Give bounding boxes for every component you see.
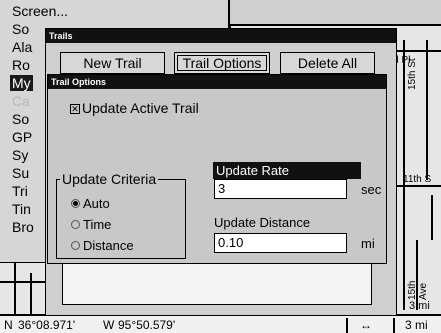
- update-criteria-label: Update Criteria: [60, 171, 159, 187]
- map-street-label: 15th Ave: [407, 280, 429, 300]
- status-bar: N 36°08.971' W 95°50.579' ↔ 3 mi: [0, 314, 441, 333]
- radio-auto[interactable]: Auto: [71, 196, 110, 211]
- update-rate-label: Update Rate: [213, 162, 361, 179]
- menu-item[interactable]: GP: [12, 129, 32, 145]
- map-road: [391, 50, 441, 52]
- map-road: [426, 40, 428, 180]
- radio-distance-label: Distance: [83, 238, 134, 253]
- menu-item[interactable]: Ro: [12, 57, 30, 73]
- latitude-direction: N: [4, 318, 13, 332]
- update-distance-unit: mi: [361, 236, 375, 251]
- radio-unselected-icon: [71, 241, 80, 250]
- latitude-value: 36°08.971': [18, 318, 76, 332]
- menu-item[interactable]: So: [12, 21, 29, 37]
- map-road: [0, 281, 45, 283]
- map-header-bar: [230, 0, 441, 26]
- update-criteria-group: Update Criteria Auto Time Distance: [56, 171, 186, 259]
- trail-options-title: Trail Options: [48, 75, 386, 89]
- delete-all-button[interactable]: Delete All: [280, 52, 375, 74]
- trails-window-title: Trails: [46, 29, 396, 43]
- update-distance-label: Update Distance: [214, 215, 311, 230]
- menu-item-disabled: Ca: [12, 93, 30, 109]
- map-street-label: 15th St: [407, 58, 418, 90]
- radio-unselected-icon: [71, 220, 80, 229]
- longitude-value: 95°50.579': [118, 318, 176, 332]
- menu-item[interactable]: Su: [12, 165, 29, 181]
- menu-item[interactable]: Tri: [12, 183, 28, 199]
- scale-arrow-icon: ↔: [346, 318, 372, 333]
- menu-item-screen[interactable]: Screen...: [12, 3, 68, 19]
- menu-item[interactable]: Sy: [12, 147, 28, 163]
- map-fragment: [0, 262, 45, 315]
- menu-item[interactable]: So: [12, 111, 29, 127]
- trail-list[interactable]: [62, 261, 372, 305]
- menu-item[interactable]: Bro: [12, 219, 34, 235]
- gps-screen: Screen... So Ala Ro My Ca So GP Sy Su Tr…: [0, 0, 441, 333]
- trail-options-button[interactable]: Trail Options: [174, 52, 270, 74]
- trail-options-dialog: Trail Options ✕ Update Active Trail Updat…: [47, 74, 387, 264]
- map-road: [14, 263, 16, 315]
- radio-distance[interactable]: Distance: [71, 238, 134, 253]
- radio-time-label: Time: [83, 217, 112, 232]
- longitude-direction: W: [103, 318, 115, 332]
- radio-time[interactable]: Time: [71, 217, 111, 232]
- map-street-label: 11th S: [403, 174, 432, 185]
- map-road: [30, 273, 32, 315]
- radio-auto-label: Auto: [83, 196, 110, 211]
- checkbox-checked-icon[interactable]: ✕: [70, 104, 80, 114]
- new-trail-button[interactable]: New Trail: [60, 52, 165, 74]
- menu-item[interactable]: Tin: [12, 201, 31, 217]
- map-road: [391, 185, 441, 187]
- menu-item-selected[interactable]: My: [10, 75, 33, 91]
- map-scale-label: 3 mi: [409, 300, 430, 312]
- update-rate-unit: sec: [361, 182, 382, 197]
- update-active-trail-row[interactable]: ✕ Update Active Trail: [70, 100, 199, 116]
- map-road: [431, 195, 433, 240]
- update-active-trail-label: Update Active Trail: [82, 100, 199, 116]
- radio-selected-icon: [71, 199, 80, 208]
- menu-item[interactable]: Ala: [12, 39, 32, 55]
- update-rate-input[interactable]: 3: [214, 179, 347, 199]
- scale-value: 3 mi: [393, 318, 428, 333]
- update-distance-input[interactable]: 0.10: [214, 233, 347, 253]
